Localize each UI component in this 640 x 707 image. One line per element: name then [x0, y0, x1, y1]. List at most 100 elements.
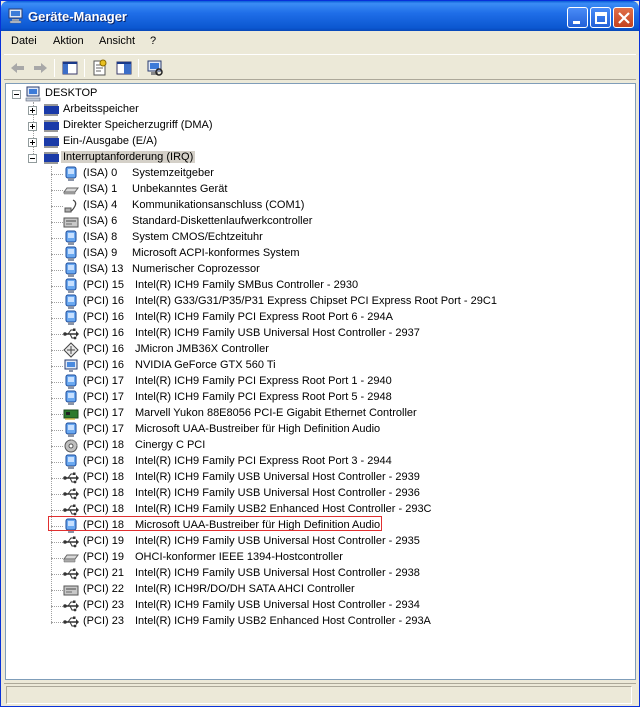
irq-row[interactable]: (ISA) 1 Unbekanntes Gerät [6, 182, 606, 198]
memory-icon [44, 120, 59, 132]
minimize-button[interactable] [567, 7, 588, 28]
tree-category-arbeitsspeicher[interactable]: Arbeitsspeicher [6, 102, 606, 118]
device-name: Standard-Diskettenlaufwerkcontroller [132, 215, 313, 227]
device-name: Intel(R) ICH9R/DO/DH SATA AHCI Controlle… [135, 583, 355, 595]
irq-row[interactable]: (PCI) 18 Intel(R) ICH9 Family USB Univers… [6, 486, 606, 502]
help-icon[interactable] [114, 58, 134, 78]
irq-row[interactable]: (PCI) 17 Intel(R) ICH9 Family PCI Express… [6, 374, 606, 390]
collapse-icon[interactable] [12, 90, 21, 99]
irq-number: (PCI) 17 [83, 407, 124, 419]
irq-number: (PCI) 23 [83, 615, 124, 627]
irq-number: (PCI) 16 [83, 295, 124, 307]
menu-datei[interactable]: Datei [11, 35, 37, 47]
close-icon [618, 12, 630, 24]
system-device-icon [65, 422, 77, 437]
irq-row[interactable]: (ISA) 4 Kommunikationsanschluss (COM1) [6, 198, 606, 214]
irq-number: (ISA) 0 [83, 167, 118, 179]
maximize-button[interactable] [590, 7, 611, 28]
device-name: Intel(R) ICH9 Family USB2 Enhanced Host … [135, 503, 432, 515]
firewire-icon [63, 554, 79, 563]
scsi-icon [63, 342, 79, 358]
media-icon [64, 439, 78, 453]
port-icon [64, 199, 77, 213]
device-name: Kommunikationsanschluss (COM1) [132, 199, 305, 211]
irq-row[interactable]: (ISA) 0 Systemzeitgeber [6, 166, 606, 182]
irq-row[interactable]: (PCI) 17 Microsoft UAA-Bustreiber für Hig… [6, 422, 606, 438]
usb-icon [63, 488, 79, 500]
irq-row[interactable]: (PCI) 23 Intel(R) ICH9 Family USB Univers… [6, 598, 606, 614]
toolbar-separator [84, 59, 85, 77]
tree-root-label: DESKTOP [45, 87, 98, 99]
usb-icon [63, 536, 79, 548]
irq-number: (ISA) 1 [83, 183, 118, 195]
irq-number: (ISA) 9 [83, 247, 118, 259]
tree-category-irq[interactable]: Interruptanforderung (IRQ) [6, 150, 606, 166]
irq-number: (PCI) 21 [83, 567, 124, 579]
system-device-icon [65, 278, 77, 293]
menu-help[interactable]: ? [150, 35, 156, 47]
irq-row[interactable]: (PCI) 18 Cinergy C PCI [6, 438, 606, 454]
device-name: Marvell Yukon 88E8056 PCI-E Gigabit Ethe… [135, 407, 417, 419]
status-pane [6, 686, 632, 704]
irq-row[interactable]: (PCI) 19 Intel(R) ICH9 Family USB Univers… [6, 534, 606, 550]
expand-icon[interactable] [28, 122, 37, 131]
irq-number: (ISA) 6 [83, 215, 118, 227]
device-name: Intel(R) ICH9 Family PCI Express Root Po… [135, 375, 392, 387]
scan-hardware-icon[interactable] [145, 58, 165, 78]
device-name: System CMOS/Echtzeituhr [132, 231, 263, 243]
irq-row[interactable]: (PCI) 16 Intel(R) G33/G31/P35/P31 Express… [6, 294, 606, 310]
irq-row[interactable]: (PCI) 16 Intel(R) ICH9 Family USB Univers… [6, 326, 606, 342]
toolbar [4, 54, 636, 80]
tree-category-io[interactable]: Ein-/Ausgabe (E/A) [6, 134, 606, 150]
tree-root[interactable]: DESKTOP [6, 86, 606, 102]
irq-number: (PCI) 16 [83, 311, 124, 323]
irq-row[interactable]: (PCI) 16 NVIDIA GeForce GTX 560 Ti [6, 358, 606, 374]
forward-icon[interactable] [30, 58, 50, 78]
keyboard-icon [63, 187, 79, 195]
tree-category-dma[interactable]: Direkter Speicherzugriff (DMA) [6, 118, 606, 134]
memory-icon [44, 136, 59, 148]
back-icon[interactable] [8, 58, 28, 78]
irq-number: (PCI) 19 [83, 551, 124, 563]
irq-row[interactable]: (ISA) 8 System CMOS/Echtzeituhr [6, 230, 606, 246]
irq-row[interactable]: (PCI) 19 OHCI-konformer IEEE 1394-Hostcon… [6, 550, 606, 566]
irq-row[interactable]: (ISA) 9 Microsoft ACPI-konformes System [6, 246, 606, 262]
irq-row[interactable]: (PCI) 22 Intel(R) ICH9R/DO/DH SATA AHCI C… [6, 582, 606, 598]
device-name: Intel(R) ICH9 Family USB Universal Host … [135, 487, 420, 499]
irq-row[interactable]: (ISA) 13 Numerischer Coprozessor [6, 262, 606, 278]
ide-controller-icon [63, 585, 79, 596]
collapse-icon[interactable] [28, 154, 37, 163]
menu-aktion[interactable]: Aktion [53, 35, 84, 47]
system-device-icon [65, 310, 77, 325]
irq-row[interactable]: (PCI) 17 Marvell Yukon 88E8056 PCI-E Giga… [6, 406, 606, 422]
expand-icon[interactable] [28, 106, 37, 115]
properties-icon[interactable] [90, 58, 110, 78]
display-icon [64, 359, 78, 372]
show-hide-console-tree-icon[interactable] [60, 58, 80, 78]
irq-number: (PCI) 16 [83, 359, 124, 371]
menu-ansicht[interactable]: Ansicht [99, 35, 135, 47]
irq-number: (PCI) 18 [83, 487, 124, 499]
irq-row[interactable]: (PCI) 16 JMicron JMB36X Controller [6, 342, 606, 358]
device-tree[interactable]: DESKTOP Arbeitsspeicher Direkter Speiche… [5, 83, 636, 680]
irq-row[interactable]: (PCI) 17 Intel(R) ICH9 Family PCI Express… [6, 390, 606, 406]
irq-number: (PCI) 16 [83, 327, 124, 339]
device-name: Systemzeitgeber [132, 167, 214, 179]
device-name: Intel(R) ICH9 Family USB Universal Host … [135, 535, 420, 547]
title-bar[interactable]: Geräte-Manager [1, 1, 639, 31]
close-button[interactable] [613, 7, 634, 28]
expand-icon[interactable] [28, 138, 37, 147]
irq-row[interactable]: (PCI) 16 Intel(R) ICH9 Family PCI Express… [6, 310, 606, 326]
irq-row[interactable]: (PCI) 23 Intel(R) ICH9 Family USB2 Enhanc… [6, 614, 606, 630]
irq-row[interactable]: (ISA) 6 Standard-Diskettenlaufwerkcontrol… [6, 214, 606, 230]
irq-row[interactable]: (PCI) 15 Intel(R) ICH9 Family SMBus Contr… [6, 278, 606, 294]
irq-row[interactable]: (PCI) 18 Intel(R) ICH9 Family USB Univers… [6, 470, 606, 486]
system-device-icon [65, 246, 77, 261]
irq-row[interactable]: (PCI) 21 Intel(R) ICH9 Family USB Univers… [6, 566, 606, 582]
system-device-icon [65, 262, 77, 277]
device-name: OHCI-konformer IEEE 1394-Hostcontroller [135, 551, 343, 563]
irq-row[interactable]: (PCI) 18 Intel(R) ICH9 Family PCI Express… [6, 454, 606, 470]
usb-icon [63, 472, 79, 484]
category-label: Ein-/Ausgabe (E/A) [63, 135, 158, 147]
toolbar-separator [138, 59, 139, 77]
